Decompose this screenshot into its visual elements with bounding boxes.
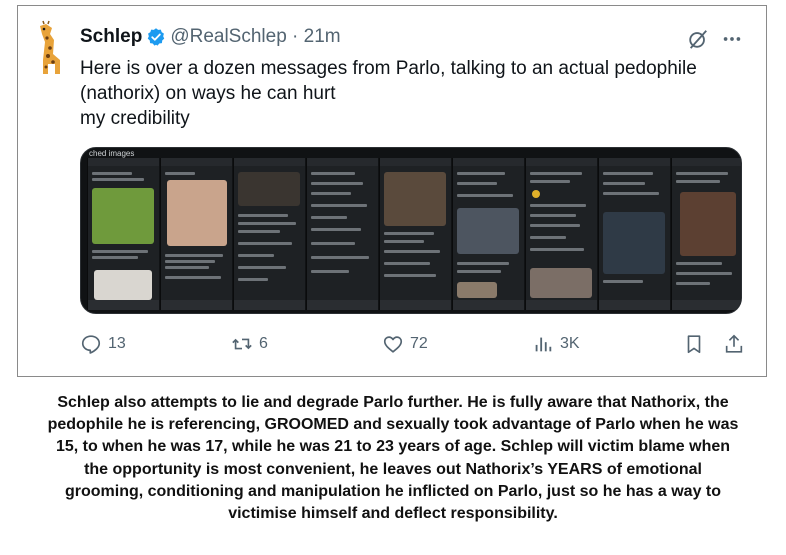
tweet-text-line: Here is over a dozen messages from Parlo… (80, 58, 697, 79)
chat-screenshot (525, 158, 597, 310)
views-icon (535, 337, 552, 352)
grok-icon[interactable] (687, 28, 709, 50)
giraffe-avatar[interactable] (26, 20, 70, 76)
repost-icon (232, 338, 252, 350)
repost-button[interactable]: 6 (231, 333, 268, 355)
chat-screenshot (671, 158, 741, 310)
chat-screenshot (87, 158, 159, 310)
like-icon (383, 336, 403, 353)
chat-screenshot (233, 158, 305, 310)
views-button[interactable]: 3K (532, 333, 580, 355)
chat-screenshot (160, 158, 232, 310)
caption-line: the opportunity is most convenient, he l… (84, 460, 702, 478)
share-icon (725, 334, 743, 353)
author-name[interactable]: Schlep (80, 26, 142, 48)
caption-line: victimise himself and deflect responsibi… (228, 505, 558, 523)
tweet-text-line: (nathorix) on ways he can hurt (80, 83, 336, 104)
handle-and-time[interactable]: @RealSchlep · 21m (170, 26, 340, 48)
tweet-header: Schlep @RealSchlep · 21m (80, 26, 341, 48)
tweet-actions: 13 6 72 3K (80, 333, 750, 359)
reply-count: 13 (108, 335, 126, 352)
reply-icon (81, 335, 101, 354)
repost-count: 6 (259, 335, 268, 352)
caption-line: Schlep also attempts to lie and degrade … (57, 394, 729, 411)
chat-screenshot (598, 158, 670, 310)
reply-button[interactable]: 13 (80, 333, 126, 355)
media-label: ched images (89, 149, 135, 158)
like-count: 72 (410, 335, 428, 352)
tweet-media-image[interactable]: ched images (80, 147, 742, 314)
tweet-card[interactable]: Schlep @RealSchlep · 21m Here is over a … (17, 5, 767, 377)
verified-badge-icon (148, 28, 165, 46)
chat-screenshot (379, 158, 451, 310)
views-count: 3K (560, 335, 580, 352)
tweet-text-line: my credibility (80, 108, 190, 129)
bookmark-icon (687, 335, 701, 354)
bookmark-button[interactable] (683, 333, 705, 360)
tweet-text: Here is over a dozen messages from Parlo… (80, 56, 750, 131)
caption-line: 15, to when he was 17, while he was 21 t… (55, 438, 731, 456)
caption-line: pedophile he is referencing, GROOMED and… (47, 416, 739, 434)
like-button[interactable]: 72 (382, 333, 428, 355)
share-button[interactable] (723, 333, 745, 360)
chat-screenshot (452, 158, 524, 310)
caption-text: Schlep also attempts to lie and degrade … (10, 392, 776, 525)
chat-screenshot (306, 158, 378, 310)
more-icon[interactable] (721, 28, 743, 50)
caption-line: grooming, conditioning and manipulation … (64, 482, 722, 500)
